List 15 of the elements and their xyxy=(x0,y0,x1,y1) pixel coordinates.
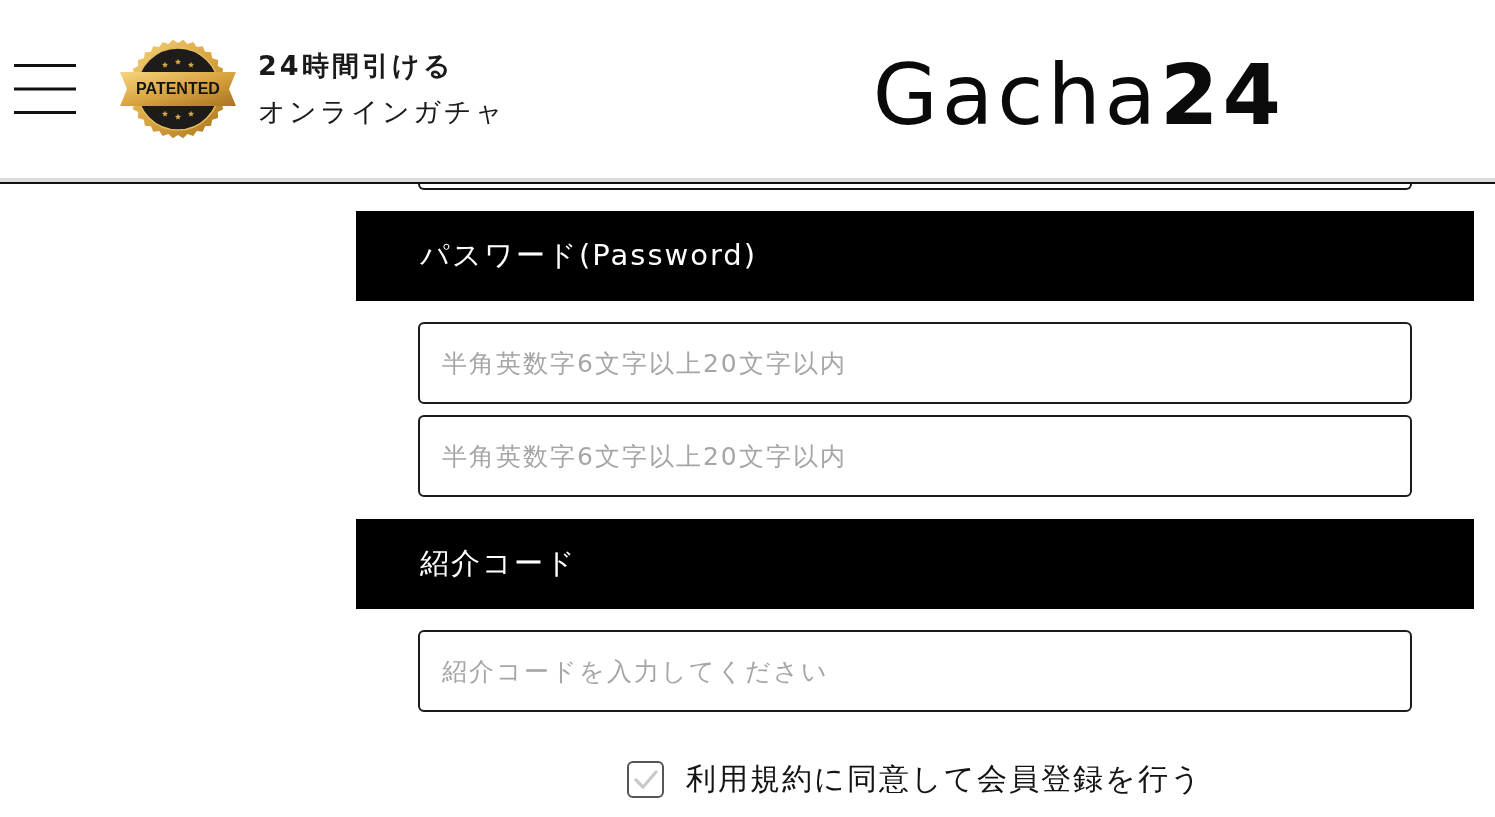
input-field[interactable]: 半角英数字6文字以上20文字以内 xyxy=(418,415,1412,497)
checkbox[interactable] xyxy=(627,761,664,798)
input-field[interactable]: 紹介コードを入力してください xyxy=(418,630,1412,712)
input-field[interactable] xyxy=(418,184,1412,190)
menu-icon[interactable] xyxy=(14,64,76,114)
section-title: 紹介コード xyxy=(420,545,577,582)
seal-icon xyxy=(120,39,236,139)
input-field[interactable]: 半角英数字6文字以上20文字以内 xyxy=(418,322,1412,404)
tagline-text: オンラインガチャ xyxy=(258,96,506,128)
section-title: パスワード(Password) xyxy=(420,237,758,274)
badge-label: PATENTED xyxy=(136,79,220,98)
site-logo[interactable]: Gacha24 xyxy=(872,28,1285,150)
tagline-text: 24時間引ける xyxy=(258,50,455,82)
checkbox-label: 利用規約に同意して会員登録を行う xyxy=(686,760,1203,798)
check-icon xyxy=(633,770,658,789)
